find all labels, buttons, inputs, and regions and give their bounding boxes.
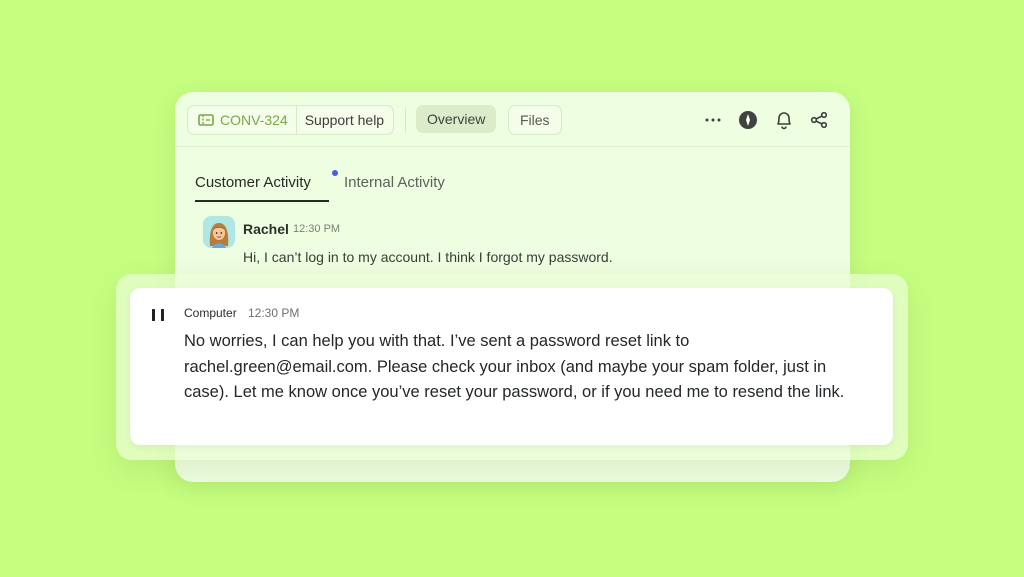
reply-time: 12:30 PM	[248, 306, 300, 320]
toolbar-divider	[405, 108, 406, 132]
active-tab-underline	[195, 200, 329, 202]
compass-icon[interactable]	[737, 109, 759, 131]
message-author: Rachel	[243, 221, 289, 237]
ticket-icon	[198, 114, 214, 126]
conversation-id-label: CONV-324	[220, 112, 288, 128]
customer-message: Rachel 12:30 PM Hi, I can’t log in to my…	[203, 216, 803, 276]
bell-icon[interactable]	[773, 109, 795, 131]
tab-overview[interactable]: Overview	[416, 105, 497, 133]
message-text: Hi, I can’t log in to my account. I thin…	[243, 249, 613, 265]
avatar	[203, 216, 235, 248]
reply-author: Computer	[184, 306, 237, 320]
conversation-pill[interactable]: CONV-324 Support help	[187, 105, 395, 135]
tab-customer-activity[interactable]: Customer Activity	[195, 174, 311, 191]
unread-dot	[332, 170, 338, 176]
conversation-id[interactable]: CONV-324	[188, 106, 296, 134]
tab-files[interactable]: Files	[508, 105, 562, 135]
message-time: 12:30 PM	[293, 223, 341, 235]
quote-icon	[152, 309, 164, 321]
tab-internal-activity[interactable]: Internal Activity	[344, 174, 445, 191]
conversation-toolbar: CONV-324 Support help Overview Files	[175, 92, 850, 147]
reply-text: No worries, I can help you with that. I’…	[184, 332, 845, 401]
reply-card: Computer 12:30 PM No worries, I can help…	[130, 288, 893, 445]
more-icon[interactable]	[702, 109, 724, 131]
share-icon[interactable]	[808, 109, 830, 131]
category-label[interactable]: Support help	[297, 112, 393, 128]
